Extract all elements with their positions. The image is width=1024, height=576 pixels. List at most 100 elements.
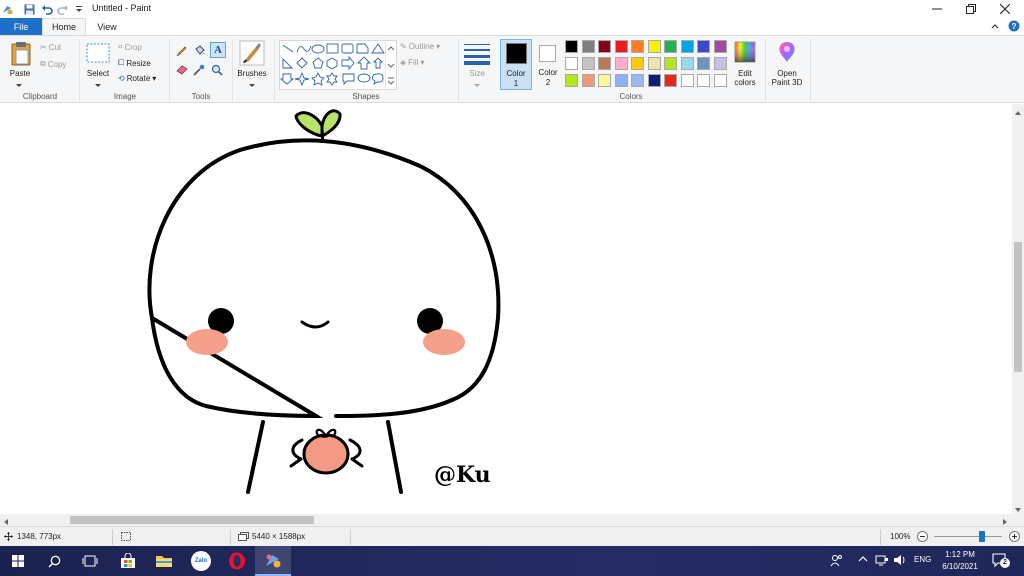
palette-swatch[interactable] (697, 40, 710, 53)
color2-button[interactable]: Color 2 (534, 39, 562, 90)
paint-app-icon[interactable] (0, 2, 14, 16)
horizontal-scrollbar[interactable] (0, 514, 1012, 526)
undo-icon[interactable] (40, 2, 54, 16)
palette-swatch[interactable] (697, 74, 710, 87)
save-icon[interactable] (22, 2, 36, 16)
palette-swatch[interactable] (713, 74, 727, 87)
palette-swatch[interactable] (680, 40, 694, 53)
palette-swatch[interactable] (713, 57, 727, 70)
outline-button[interactable]: ✎ Outline ▾ (400, 42, 440, 51)
palette-swatch[interactable] (598, 40, 611, 53)
paste-dropdown-icon[interactable] (16, 80, 22, 90)
palette-swatch[interactable] (565, 57, 578, 70)
color1-button[interactable]: Color 1 (500, 39, 532, 90)
palette-swatch[interactable] (713, 40, 727, 53)
fill-icon[interactable] (193, 45, 206, 59)
task-view-button[interactable] (72, 546, 108, 576)
volume-icon[interactable] (893, 554, 907, 568)
palette-swatch[interactable] (680, 74, 694, 87)
minimize-button[interactable] (920, 0, 954, 18)
palette-swatch[interactable] (565, 74, 578, 87)
search-button[interactable] (36, 546, 72, 576)
file-explorer-button[interactable] (146, 546, 182, 576)
palette-swatch[interactable] (680, 57, 694, 70)
palette-swatch[interactable] (614, 57, 628, 70)
palette-swatch[interactable] (631, 57, 644, 70)
select-icon[interactable] (86, 43, 110, 65)
redo-icon[interactable] (56, 2, 70, 16)
palette-swatch[interactable] (631, 40, 644, 53)
color-picker-icon[interactable] (193, 64, 205, 78)
magnifier-icon[interactable] (211, 64, 223, 78)
palette-swatch[interactable] (664, 57, 677, 70)
zoom-in-button[interactable] (1009, 531, 1020, 544)
tab-home[interactable]: Home (42, 18, 86, 35)
store-button[interactable] (110, 546, 146, 576)
palette-swatch[interactable] (647, 57, 661, 70)
scroll-up-icon[interactable] (1015, 107, 1021, 117)
paint-taskbar-button[interactable] (255, 546, 291, 576)
vertical-scroll-thumb[interactable] (1014, 242, 1022, 372)
shapes-gallery[interactable] (279, 40, 397, 90)
restore-button[interactable] (954, 0, 988, 18)
opera-button[interactable] (219, 546, 255, 576)
paint3d-icon[interactable] (777, 41, 797, 65)
palette-swatch[interactable] (664, 40, 677, 53)
size-icon[interactable] (464, 42, 490, 68)
brushes-icon[interactable] (239, 40, 265, 68)
palette-swatch[interactable] (581, 74, 595, 87)
open-paint3d-button[interactable]: Open Paint 3D (766, 69, 808, 87)
select-dropdown-icon[interactable] (95, 80, 101, 90)
palette-swatch[interactable] (581, 57, 595, 70)
start-button[interactable] (0, 546, 36, 576)
paste-button[interactable]: Paste (6, 69, 34, 78)
pencil-icon[interactable] (176, 45, 188, 59)
palette-swatch[interactable] (565, 40, 578, 53)
palette-swatch[interactable] (647, 40, 661, 53)
network-icon[interactable] (875, 554, 889, 568)
palette-swatch[interactable] (614, 40, 628, 53)
eraser-icon[interactable] (176, 64, 189, 77)
size-button[interactable]: Size (462, 69, 492, 78)
drawing-canvas[interactable]: @Ku (0, 104, 1012, 514)
brushes-dropdown-icon[interactable] (249, 80, 255, 90)
edit-colors-icon[interactable] (734, 41, 756, 65)
tab-file[interactable]: File (0, 18, 42, 35)
minimize-ribbon-icon[interactable] (990, 21, 1000, 33)
language-indicator[interactable]: ENG (914, 555, 931, 564)
palette-swatch[interactable] (664, 74, 677, 87)
shapes-scroll[interactable] (385, 42, 395, 88)
paste-icon[interactable] (10, 41, 32, 69)
palette-swatch[interactable] (631, 74, 644, 87)
rotate-button[interactable]: ⟲ Rotate ▾ (118, 74, 156, 83)
select-button[interactable]: Select (84, 69, 112, 78)
zoom-slider[interactable] (934, 536, 1002, 537)
tab-view[interactable]: View (92, 18, 122, 35)
palette-swatch[interactable] (697, 57, 710, 70)
zoom-out-button[interactable] (917, 531, 928, 544)
help-icon[interactable]: ? (1008, 20, 1020, 34)
palette-swatch[interactable] (614, 74, 628, 87)
zoom-slider-thumb[interactable] (978, 531, 985, 542)
palette-swatch[interactable] (598, 74, 611, 87)
crop-button[interactable]: ⌗ Crop (118, 42, 142, 52)
scroll-down-icon[interactable] (1015, 504, 1021, 514)
palette-swatch[interactable] (581, 40, 595, 53)
edit-colors-button[interactable]: Edit colors (729, 69, 761, 87)
people-icon[interactable] (830, 554, 844, 569)
copy-button[interactable]: ⧉ Copy (40, 59, 66, 69)
customize-qat-icon[interactable] (72, 2, 86, 16)
brushes-button[interactable]: Brushes (234, 69, 270, 78)
palette-swatch[interactable] (598, 57, 611, 70)
size-dropdown-icon[interactable] (474, 80, 480, 90)
horizontal-scroll-thumb[interactable] (70, 516, 314, 524)
vertical-scrollbar[interactable] (1012, 104, 1024, 514)
notifications-button[interactable]: 2 (992, 553, 1010, 570)
palette-swatch[interactable] (647, 74, 661, 87)
fill-button[interactable]: ◈ Fill ▾ (400, 58, 424, 67)
text-icon[interactable]: A (210, 42, 226, 58)
show-hidden-icons[interactable] (858, 555, 868, 565)
cut-button[interactable]: ✂ Cut (40, 43, 61, 52)
close-button[interactable] (988, 0, 1022, 18)
resize-button[interactable]: ⧠ Resize (118, 58, 151, 68)
